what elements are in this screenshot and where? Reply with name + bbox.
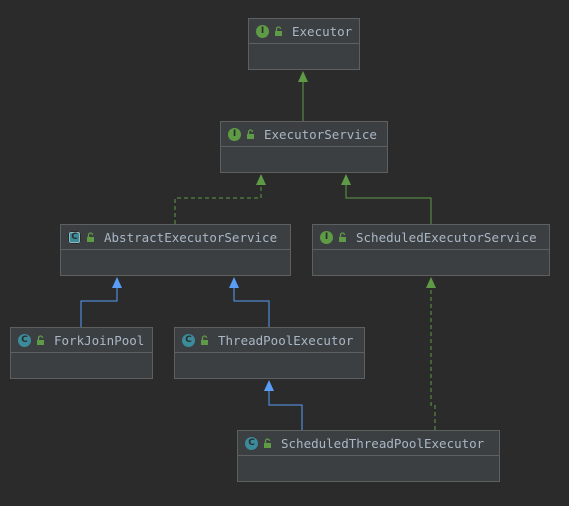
node-executor-service[interactable]: I ExecutorService xyxy=(220,121,388,173)
node-fork-join-pool-header: C ForkJoinPool xyxy=(11,328,152,353)
class-icon: C xyxy=(245,436,258,450)
node-scheduled-thread-pool-executor-label: ScheduledThreadPoolExecutor xyxy=(281,435,485,451)
node-thread-pool-executor-members xyxy=(175,353,364,377)
lock-icon xyxy=(275,25,282,36)
arrowhead xyxy=(229,277,239,288)
abstract-class-icon: C xyxy=(68,230,81,244)
node-abstract-executor-service-label: AbstractExecutorService xyxy=(104,229,278,245)
arrowhead xyxy=(264,380,274,391)
arrowhead xyxy=(341,174,351,185)
class-icon: C xyxy=(182,333,195,347)
interface-icon: I xyxy=(256,24,269,38)
lock-icon xyxy=(339,231,346,242)
node-abstract-executor-service-members xyxy=(61,250,290,274)
edge-scheduled-executor-service-to-executor-service-line xyxy=(345,175,432,224)
node-executor-header: I Executor xyxy=(249,19,359,44)
node-thread-pool-executor-label: ThreadPoolExecutor xyxy=(218,332,354,348)
node-executor-label: Executor xyxy=(292,23,353,39)
arrowhead xyxy=(298,71,308,82)
lock-icon xyxy=(264,437,271,448)
edge-abstract-executor-service-to-executor-service xyxy=(174,174,266,224)
node-scheduled-thread-pool-executor-members xyxy=(238,456,499,480)
interface-icon: I xyxy=(320,230,333,244)
arrowhead xyxy=(112,277,122,288)
node-scheduled-executor-service[interactable]: I ScheduledExecutorService xyxy=(312,224,550,276)
node-fork-join-pool[interactable]: C ForkJoinPool xyxy=(10,327,153,379)
interface-icon: I xyxy=(228,127,241,141)
node-scheduled-executor-service-members xyxy=(313,250,549,274)
node-abstract-executor-service[interactable]: C AbstractExecutorService xyxy=(60,224,291,276)
node-scheduled-thread-pool-executor[interactable]: C ScheduledThreadPoolExecutor xyxy=(237,430,500,482)
node-scheduled-thread-pool-executor-header: C ScheduledThreadPoolExecutor xyxy=(238,431,499,456)
node-thread-pool-executor-header: C ThreadPoolExecutor xyxy=(175,328,364,353)
node-scheduled-executor-service-header: I ScheduledExecutorService xyxy=(313,225,549,250)
node-thread-pool-executor[interactable]: C ThreadPoolExecutor xyxy=(174,327,365,379)
edge-scheduled-executor-service-to-executor-service xyxy=(341,174,432,224)
node-scheduled-executor-service-label: ScheduledExecutorService xyxy=(356,229,537,245)
arrowhead xyxy=(426,277,436,288)
node-executor-service-members xyxy=(221,147,387,171)
node-abstract-executor-service-header: C AbstractExecutorService xyxy=(61,225,290,250)
edge-scheduled-thread-pool-executor-to-thread-pool-executor-line xyxy=(268,381,303,430)
lock-icon xyxy=(37,334,44,345)
edge-fork-join-pool-to-abstract-executor-service-line xyxy=(80,278,118,327)
node-fork-join-pool-members xyxy=(11,353,152,377)
lock-icon xyxy=(247,128,254,139)
edge-executor-service-to-executor xyxy=(298,71,308,121)
edge-thread-pool-executor-to-abstract-executor-service xyxy=(229,277,270,327)
edge-scheduled-thread-pool-executor-to-scheduled-executor-service xyxy=(426,277,436,430)
node-executor-service-label: ExecutorService xyxy=(264,126,377,142)
lock-icon xyxy=(87,231,94,242)
node-fork-join-pool-label: ForkJoinPool xyxy=(54,332,145,348)
class-icon: C xyxy=(18,333,31,347)
edge-thread-pool-executor-to-abstract-executor-service-line xyxy=(233,278,270,327)
node-executor-service-header: I ExecutorService xyxy=(221,122,387,147)
edge-fork-join-pool-to-abstract-executor-service xyxy=(80,277,122,327)
edge-scheduled-thread-pool-executor-to-scheduled-executor-service-line xyxy=(430,278,436,430)
edge-scheduled-thread-pool-executor-to-thread-pool-executor xyxy=(264,380,303,430)
arrowhead xyxy=(256,174,266,185)
lock-icon xyxy=(201,334,208,345)
edge-abstract-executor-service-to-executor-service-line xyxy=(174,175,262,224)
node-executor[interactable]: I Executor xyxy=(248,18,360,70)
node-executor-members xyxy=(249,44,359,68)
